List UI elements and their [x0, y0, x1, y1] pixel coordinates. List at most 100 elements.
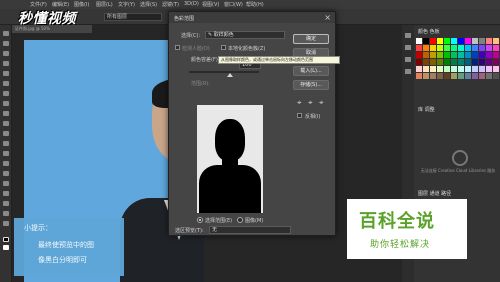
color-swatch[interactable] — [451, 59, 457, 65]
eraser-tool-icon[interactable] — [3, 131, 9, 136]
color-swatch[interactable] — [444, 38, 450, 44]
menu-image[interactable]: 图像(I) — [74, 1, 89, 8]
color-swatch[interactable] — [416, 45, 422, 51]
path-select-tool-icon[interactable] — [3, 191, 9, 196]
color-swatch[interactable] — [423, 52, 429, 58]
libraries-tabs[interactable]: 库 调整 — [418, 106, 435, 113]
color-swatch[interactable] — [458, 59, 464, 65]
color-swatch[interactable] — [416, 66, 422, 72]
color-swatch[interactable] — [486, 66, 492, 72]
ok-button[interactable]: 确定 — [293, 34, 329, 44]
zoom-tool-icon[interactable] — [3, 221, 9, 226]
color-swatch[interactable] — [430, 73, 436, 79]
color-swatch[interactable] — [479, 59, 485, 65]
quick-select-tool-icon[interactable] — [3, 61, 9, 66]
color-swatch[interactable] — [465, 59, 471, 65]
stamp-tool-icon[interactable] — [3, 111, 9, 116]
color-swatch[interactable] — [458, 66, 464, 72]
menu-view[interactable]: 视图(V) — [202, 1, 219, 8]
color-swatch[interactable] — [416, 59, 422, 65]
menu-type[interactable]: 文字(Y) — [118, 1, 135, 8]
color-swatch[interactable] — [444, 52, 450, 58]
color-swatch[interactable] — [416, 52, 422, 58]
color-swatch[interactable] — [465, 73, 471, 79]
move-tool-icon[interactable] — [3, 31, 9, 36]
character-panel-icon[interactable] — [405, 69, 411, 74]
color-swatch[interactable] — [472, 59, 478, 65]
marquee-tool-icon[interactable] — [3, 41, 9, 46]
color-swatch[interactable] — [451, 73, 457, 79]
color-swatch[interactable] — [423, 45, 429, 51]
color-swatch[interactable] — [465, 38, 471, 44]
color-swatch[interactable] — [465, 45, 471, 51]
color-swatch[interactable] — [437, 38, 443, 44]
hand-tool-icon[interactable] — [3, 211, 9, 216]
shape-tool-icon[interactable] — [3, 201, 9, 206]
color-swatch[interactable] — [472, 66, 478, 72]
eyedropper-tool-icon[interactable] — [3, 81, 9, 86]
menu-edit[interactable]: 编辑(E) — [52, 1, 69, 8]
pen-tool-icon[interactable] — [3, 171, 9, 176]
color-swatch[interactable] — [493, 73, 499, 79]
color-swatch[interactable] — [458, 52, 464, 58]
eyedropper-icon[interactable]: ⌖ — [297, 98, 302, 108]
color-swatch[interactable] — [493, 66, 499, 72]
color-swatch[interactable] — [458, 45, 464, 51]
save-button[interactable]: 存储(S)... — [293, 80, 329, 90]
color-swatch[interactable] — [444, 45, 450, 51]
color-swatch[interactable] — [430, 66, 436, 72]
color-swatch[interactable] — [486, 59, 492, 65]
select-dropdown[interactable]: ✎ 取样颜色 — [205, 31, 285, 39]
color-swatch[interactable] — [430, 52, 436, 58]
layers-tabs[interactable]: 图层 通道 路径 — [418, 190, 451, 197]
color-swatch[interactable] — [430, 38, 436, 44]
close-icon[interactable]: × — [324, 13, 331, 22]
color-swatch[interactable] — [451, 38, 457, 44]
sample-target-select[interactable]: 所有图层 — [104, 13, 162, 21]
document-tab[interactable]: 证件照.jpg @ 50% — [12, 25, 92, 33]
color-swatch[interactable] — [458, 73, 464, 79]
color-swatch[interactable] — [479, 73, 485, 79]
foreground-color-icon[interactable] — [3, 237, 9, 242]
color-swatch[interactable] — [472, 73, 478, 79]
subtract-from-sample-icon[interactable]: ⌖ — [319, 98, 324, 108]
color-swatch[interactable] — [416, 73, 422, 79]
localized-clusters-checkbox[interactable] — [221, 45, 226, 50]
color-swatch[interactable] — [493, 59, 499, 65]
detect-faces-checkbox[interactable] — [175, 45, 180, 50]
color-swatch[interactable] — [479, 66, 485, 72]
history-panel-icon[interactable] — [405, 33, 411, 38]
invert-checkbox[interactable] — [297, 113, 302, 118]
menu-filter[interactable]: 滤镜(T) — [162, 1, 179, 8]
color-swatch[interactable] — [479, 45, 485, 51]
history-brush-tool-icon[interactable] — [3, 121, 9, 126]
color-swatch[interactable] — [486, 73, 492, 79]
color-swatch[interactable] — [430, 45, 436, 51]
swatches-tabs[interactable]: 颜色 色板 — [418, 28, 440, 35]
color-swatch[interactable] — [465, 52, 471, 58]
color-swatch[interactable] — [493, 45, 499, 51]
color-swatch[interactable] — [437, 45, 443, 51]
blur-tool-icon[interactable] — [3, 151, 9, 156]
selection-preview-select[interactable]: 无 — [209, 226, 291, 234]
color-swatch[interactable] — [430, 59, 436, 65]
add-to-sample-icon[interactable]: ⌖ — [308, 98, 313, 108]
menu-file[interactable]: 文件(F) — [30, 1, 47, 8]
color-swatch[interactable] — [472, 45, 478, 51]
color-swatch[interactable] — [451, 45, 457, 51]
color-swatch[interactable] — [444, 66, 450, 72]
color-swatch[interactable] — [437, 66, 443, 72]
color-swatch[interactable] — [458, 38, 464, 44]
background-color-icon[interactable] — [3, 245, 9, 250]
color-swatch[interactable] — [479, 52, 485, 58]
menu-window[interactable]: 窗口(W) — [224, 1, 243, 8]
fuzziness-slider-handle[interactable] — [227, 73, 233, 77]
menu-select[interactable]: 选择(S) — [140, 1, 157, 8]
color-swatch[interactable] — [486, 52, 492, 58]
menu-3d[interactable]: 3D(D) — [184, 1, 199, 7]
color-swatch[interactable] — [423, 38, 429, 44]
color-swatch[interactable] — [472, 38, 478, 44]
color-swatch[interactable] — [451, 52, 457, 58]
image-radio[interactable] — [237, 217, 243, 223]
color-swatch[interactable] — [472, 52, 478, 58]
